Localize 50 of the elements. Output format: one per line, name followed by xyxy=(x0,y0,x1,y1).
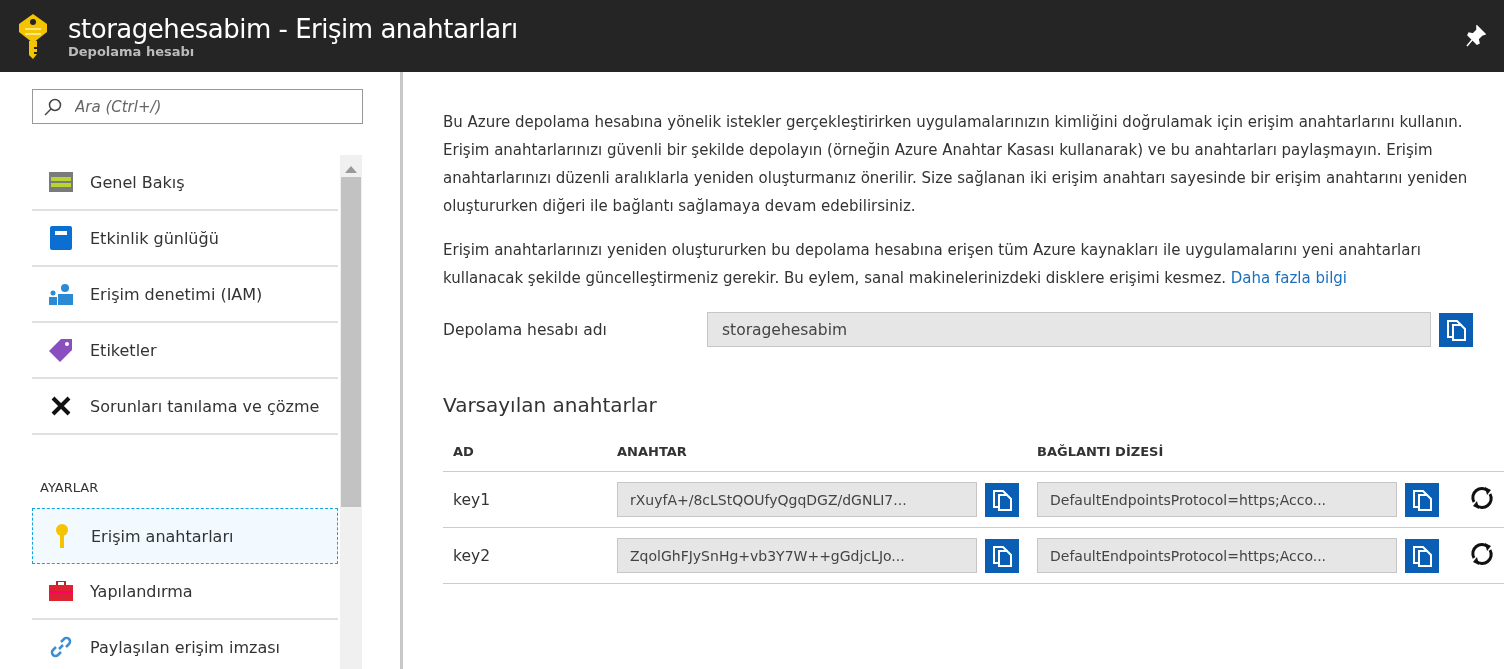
nav-label: Etkinlik günlüğü xyxy=(90,228,219,248)
scrollbar-thumb[interactable] xyxy=(341,177,361,507)
nav-label: Etiketler xyxy=(90,340,157,360)
nav-item[interactable]: Erişim anahtarları xyxy=(32,508,338,564)
connection-string-field[interactable]: DefaultEndpointsProtocol=https;Acco... xyxy=(1037,482,1397,517)
description-paragraph: Erişim anahtarlarınızı yeniden oluştururken bu depolama hesabına erişen tüm Azure kaynakları ile uygulamalarını yeni anahtarları kullanacak şekilde güncelleştirmeniz gerekir. Bu eylem, sanal makinelerinizdeki disklere erişimi kesmez. Daha fazla bilgi xyxy=(443,240,1422,289)
nav-label: Erişim denetimi (IAM) xyxy=(90,284,263,304)
account-name-field[interactable]: storagehesabim xyxy=(707,312,1431,347)
copy-button[interactable] xyxy=(985,482,1019,517)
column-header: BAĞLANTI DİZESİ xyxy=(1037,443,1164,459)
key-name: key1 xyxy=(452,490,491,509)
page-subtitle: Depolama hesabı xyxy=(68,43,195,59)
field-label: Depolama hesabı adı xyxy=(443,320,608,339)
overview-icon xyxy=(49,172,73,192)
column-header: ANAHTAR xyxy=(617,443,688,459)
nav-item[interactable]: Genel Bakış xyxy=(32,155,338,211)
search-icon xyxy=(44,98,62,116)
column-header: AD xyxy=(452,443,475,459)
nav-item[interactable]: Erişim denetimi (IAM) xyxy=(32,267,338,323)
copy-button[interactable] xyxy=(985,538,1019,573)
section-heading: AYARLAR xyxy=(39,479,100,497)
nav-label: Sorunları tanılama ve çözme xyxy=(90,396,320,416)
key-name: key2 xyxy=(452,546,491,565)
copy-button[interactable] xyxy=(1405,538,1439,573)
pin-icon[interactable] xyxy=(1466,25,1486,47)
copy-button[interactable] xyxy=(1439,312,1473,347)
section-title: Varsayılan anahtarlar xyxy=(443,393,658,417)
tag-icon xyxy=(49,338,73,362)
key-field[interactable]: rXuyfA+/8cLStQOUfyQgqDGZ/dGNLI7... xyxy=(617,482,977,517)
nav-label: Genel Bakış xyxy=(90,172,185,192)
copy-button[interactable] xyxy=(1405,482,1439,517)
nav-item[interactable]: Etiketler xyxy=(32,323,338,379)
connection-string-field[interactable]: DefaultEndpointsProtocol=https;Acco... xyxy=(1037,538,1397,573)
link-icon xyxy=(49,635,73,659)
toolbox-icon xyxy=(49,581,73,601)
page-title: storagehesabim - Erişim anahtarları xyxy=(68,13,519,44)
description-paragraph: Bu Azure depolama hesabına yönelik istekler gerçekleştirirken uygulamalarınızın kimliğini doğrulamak için erişim anahtarlarını kullanın. Erişim anahtarlarınızı güvenli bir şekilde depolayın (örneğin Azure Anahtar Kasası kullanarak) ve bu anahtarları paylaşmayın. Erişim anahtarlarınızı düzenli aralıklarla yeniden oluşturmanız önerilir. Size sağlanan iki erişim anahtarı sayesinde bir erişim anahtarını yeniden oluştururken diğeri ile bağlantı sağlamaya devam edebilirsiniz. xyxy=(443,112,1469,217)
nav-label: Erişim anahtarları xyxy=(91,526,234,546)
search-field[interactable]: Ara (Ctrl+/) xyxy=(32,89,363,124)
nav-item[interactable]: Etkinlik günlüğü xyxy=(32,211,338,267)
book-icon xyxy=(50,226,72,250)
nav-item[interactable]: Paylaşılan erişim imzası xyxy=(32,620,338,669)
nav-item[interactable]: Sorunları tanılama ve çözme xyxy=(32,379,338,435)
nav-label: Paylaşılan erişim imzası xyxy=(90,637,281,657)
users-icon xyxy=(49,283,73,305)
scrollbar[interactable] xyxy=(340,155,362,669)
nav-label: Yapılandırma xyxy=(90,581,193,601)
nav-item[interactable]: Yapılandırma xyxy=(32,564,338,620)
learn-more-link[interactable]: Daha fazla bilgi xyxy=(1230,269,1348,287)
key-field[interactable]: ZqolGhFJySnHg+vb3Y7W++gGdjcLJo... xyxy=(617,538,977,573)
